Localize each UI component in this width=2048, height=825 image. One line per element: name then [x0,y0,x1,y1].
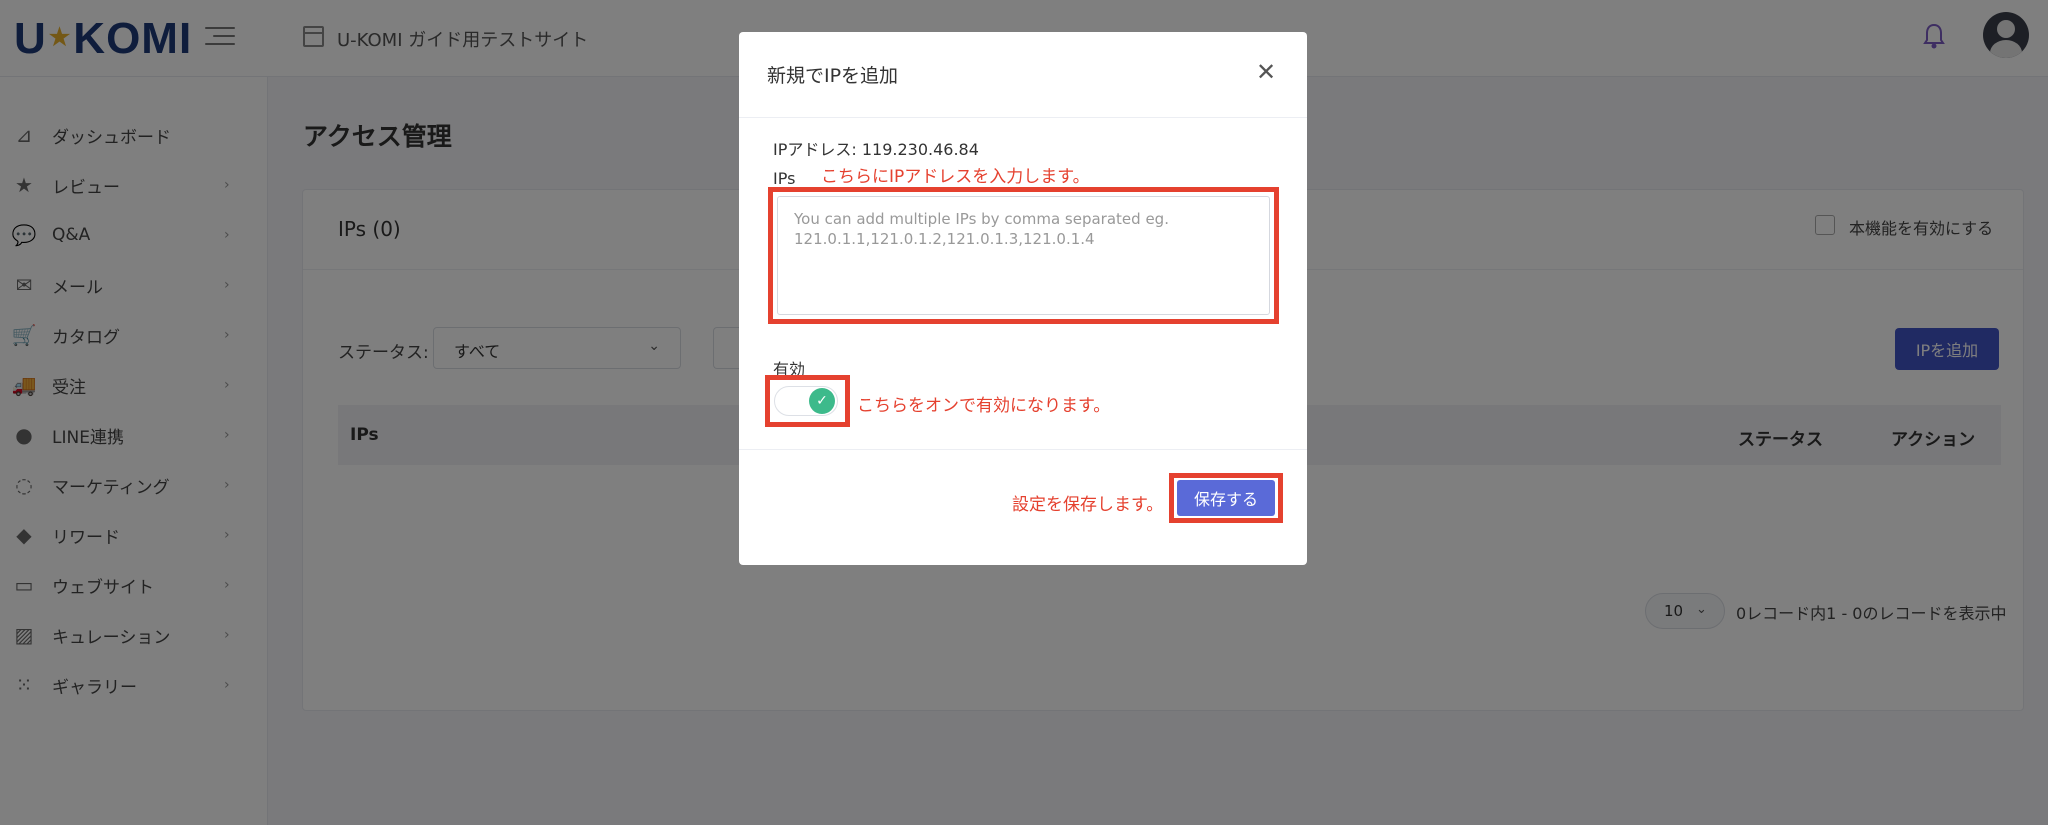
close-icon[interactable]: ✕ [1256,58,1276,86]
ips-textarea[interactable] [777,196,1270,315]
annotation-save-hint: 設定を保存します。 [1012,495,1164,515]
annotation-toggle-hint: こちらをオンで有効になります。 [857,396,1111,416]
annotation-highlight-toggle: ✓ [765,375,850,427]
current-ip-address: IPアドレス: 119.230.46.84 [773,140,979,159]
annotation-highlight-save: 保存する [1169,473,1283,523]
annotation-highlight-ips [768,187,1279,324]
ips-field-label: IPs [773,169,796,188]
modal-header: 新規でIPを追加 ✕ [739,32,1307,118]
modal-footer: 設定を保存します。 保存する [739,449,1307,565]
enabled-toggle[interactable]: ✓ [774,386,838,416]
check-icon: ✓ [809,388,835,414]
save-button[interactable]: 保存する [1177,480,1275,516]
annotation-ips-hint: こちらにIPアドレスを入力します。 [821,167,1090,187]
add-ip-modal: 新規でIPを追加 ✕ IPアドレス: 119.230.46.84 IPs こちら… [739,32,1307,565]
modal-title: 新規でIPを追加 [767,65,899,87]
